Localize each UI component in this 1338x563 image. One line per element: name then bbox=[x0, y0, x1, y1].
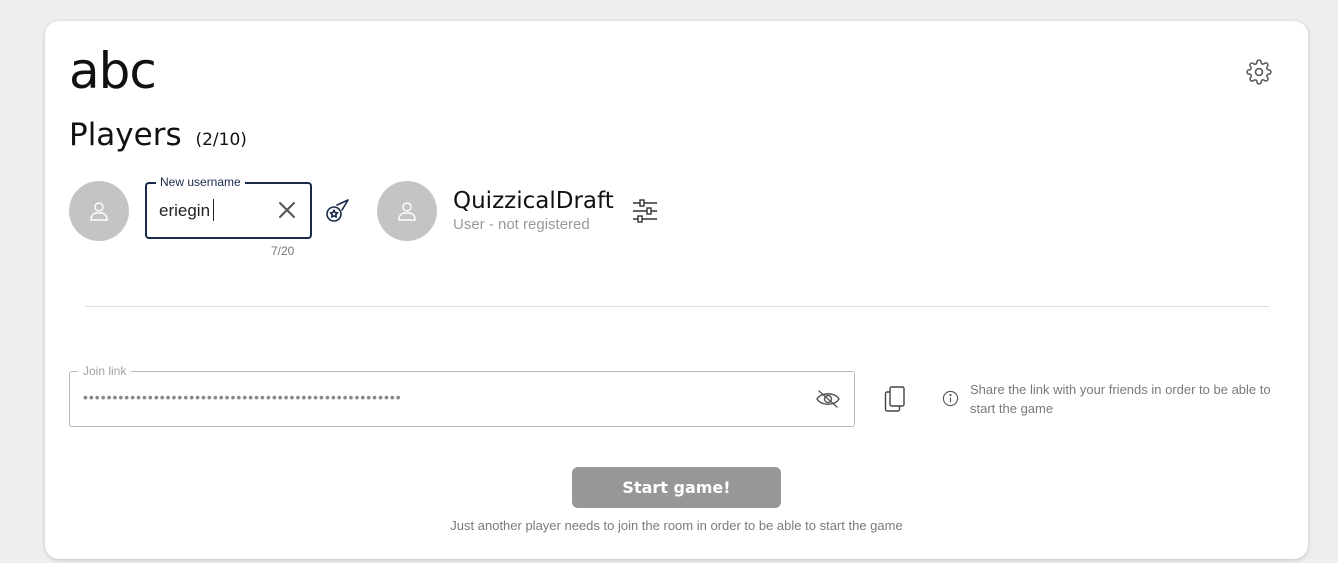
join-link-input[interactable] bbox=[83, 389, 783, 405]
text-caret bbox=[213, 199, 214, 221]
copy-icon[interactable] bbox=[883, 385, 907, 413]
start-game-hint: Just another player needs to join the ro… bbox=[450, 518, 903, 533]
username-char-counter: 7/20 bbox=[271, 244, 295, 258]
user-icon bbox=[398, 202, 416, 221]
room-title: abc bbox=[69, 42, 157, 100]
share-hint: Share the link with your friends in orde… bbox=[970, 382, 1271, 416]
divider bbox=[85, 306, 1269, 307]
username-input[interactable] bbox=[159, 201, 269, 221]
player-name: QuizzicalDraft bbox=[453, 188, 614, 214]
player-status: User - not registered bbox=[453, 216, 590, 233]
join-link-label: Join link bbox=[78, 364, 132, 378]
eye-off-icon[interactable] bbox=[815, 388, 841, 410]
lobby-card: abc Players (2/10) New username 7/20 bbox=[45, 21, 1308, 559]
sliders-icon[interactable] bbox=[631, 198, 659, 224]
info-icon bbox=[942, 390, 959, 407]
players-count: (2/10) bbox=[195, 130, 247, 150]
username-field[interactable]: New username bbox=[145, 175, 312, 239]
start-game-button[interactable]: Start game! bbox=[572, 467, 781, 508]
players-heading: Players (2/10) bbox=[69, 117, 247, 158]
meteor-icon[interactable] bbox=[323, 197, 351, 225]
avatar bbox=[377, 181, 437, 241]
close-icon[interactable] bbox=[278, 201, 296, 219]
username-field-label: New username bbox=[156, 175, 245, 189]
join-link-field[interactable]: Join link bbox=[69, 364, 855, 427]
gear-icon[interactable] bbox=[1246, 59, 1272, 85]
avatar bbox=[69, 181, 129, 241]
players-heading-label: Players bbox=[69, 117, 182, 153]
user-icon bbox=[90, 202, 108, 221]
